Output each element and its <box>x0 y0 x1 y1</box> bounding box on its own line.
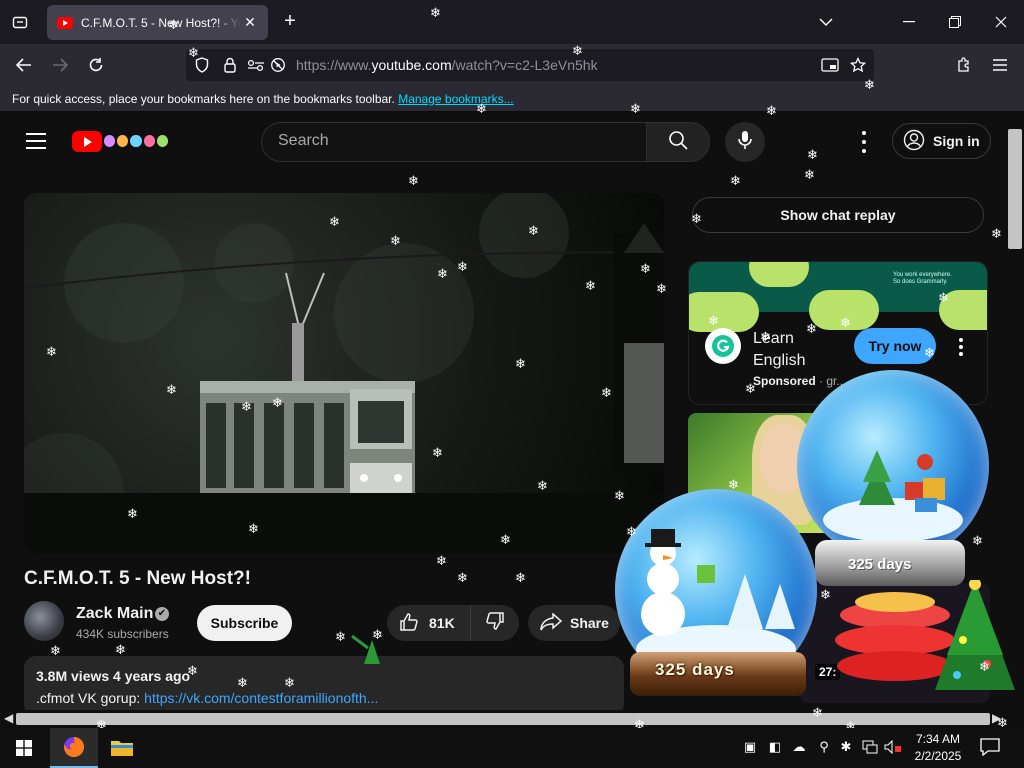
subscribe-button[interactable]: Subscribe <box>197 605 292 641</box>
horizontal-scrollbar[interactable]: ◀ ▶ <box>0 710 1006 728</box>
scroll-right-arrow-icon[interactable]: ▶ <box>992 711 1001 725</box>
description-text: .cfmot VK gorup: https://vk.com/contestf… <box>36 690 379 706</box>
minimize-window-icon[interactable] <box>895 8 923 36</box>
channel-avatar[interactable] <box>24 601 64 641</box>
video-player[interactable] <box>24 193 664 553</box>
search-button[interactable] <box>646 122 710 162</box>
tab-overflow-chevron-icon[interactable] <box>812 8 840 36</box>
tray-app-icon-2[interactable]: ◧ <box>766 738 784 756</box>
youtube-favicon-icon <box>57 16 73 29</box>
app-menu-hamburger-icon[interactable] <box>986 51 1014 79</box>
tray-network-icon[interactable] <box>861 738 879 756</box>
new-tab-button[interactable]: + <box>278 10 302 34</box>
account-circle-icon <box>903 129 925 154</box>
tram-video-frame <box>24 193 664 553</box>
bookmarks-hint-text: For quick access, place your bookmarks h… <box>12 92 395 106</box>
mini-tree-cursor-icon <box>351 634 380 664</box>
video-description[interactable]: 3.8M views 4 years ago .cfmot VK gorup: … <box>24 656 624 710</box>
thumbs-up-icon <box>399 612 419 635</box>
tracking-protection-shield-icon[interactable] <box>192 55 212 75</box>
verified-badge-icon: ✔ <box>155 607 169 621</box>
like-dislike-group: 81K <box>387 605 519 641</box>
action-center-icon[interactable] <box>980 738 1002 758</box>
ad-more-icon[interactable] <box>959 338 963 356</box>
taskbar-file-explorer-icon[interactable] <box>98 728 146 768</box>
sign-in-label: Sign in <box>933 133 980 149</box>
forward-arrow-icon[interactable] <box>46 51 74 79</box>
manage-bookmarks-link[interactable]: Manage bookmarks... <box>398 92 513 106</box>
share-button[interactable]: Share <box>528 605 620 641</box>
reload-icon[interactable] <box>82 51 110 79</box>
ad-title[interactable]: Learn English <box>753 328 843 372</box>
grammarly-logo-icon <box>705 328 741 364</box>
views-and-date: 3.8M views 4 years ago <box>36 668 191 684</box>
scrollbar-corner <box>1006 710 1024 728</box>
like-count: 81K <box>429 615 455 631</box>
tray-onedrive-icon[interactable]: ☁ <box>790 738 808 756</box>
guide-menu-icon[interactable] <box>26 133 46 149</box>
taskbar-clock[interactable]: 7:34 AM 2/2/2025 <box>908 731 968 765</box>
microphone-icon <box>738 130 752 155</box>
url-text[interactable]: https://www.youtube.com/watch?v=c2-L3eVn… <box>296 57 598 73</box>
tray-snowflake-app-icon[interactable]: ✱ <box>837 738 855 756</box>
christmas-tree-gifts-icon <box>823 450 963 542</box>
youtube-logo-icon[interactable] <box>72 131 102 152</box>
lock-icon[interactable] <box>220 55 240 75</box>
thumbs-down-icon <box>485 611 505 636</box>
sign-in-button[interactable]: Sign in <box>892 123 991 159</box>
tab-close-icon[interactable]: ✕ <box>242 14 258 31</box>
search-icon <box>668 130 688 155</box>
voice-search-button[interactable] <box>725 122 765 162</box>
list-all-tabs-icon[interactable] <box>8 10 32 34</box>
windows-start-icon[interactable] <box>0 728 48 768</box>
dislike-button[interactable] <box>471 605 519 641</box>
tray-search-tool-icon[interactable]: ⚲ <box>815 738 833 756</box>
tab-title: C.F.M.O.T. 5 - New Host?! - YouTube <box>81 15 241 30</box>
permissions-icon[interactable] <box>246 55 266 75</box>
address-bar[interactable]: https://www.youtube.com/watch?v=c2-L3eVn… <box>186 49 874 81</box>
picture-in-picture-icon[interactable] <box>820 55 840 75</box>
autoplay-blocked-icon[interactable] <box>268 55 288 75</box>
browser-nav-bar: https://www.youtube.com/watch?v=c2-L3eVn… <box>0 44 1024 86</box>
search-input[interactable]: Search <box>261 122 646 162</box>
tray-volume-muted-icon[interactable] <box>884 738 902 756</box>
tray-app-icon[interactable]: ▣ <box>741 738 759 756</box>
subscriber-count: 434K subscribers <box>76 627 169 641</box>
back-arrow-icon[interactable] <box>10 51 38 79</box>
taskbar-firefox-icon[interactable] <box>50 728 98 768</box>
christmas-tree-decoration-icon <box>835 580 1015 690</box>
show-chat-replay-button[interactable]: Show chat replay <box>692 197 984 233</box>
channel-name[interactable]: Zack Main <box>76 605 153 623</box>
settings-more-icon[interactable] <box>856 131 872 153</box>
share-label: Share <box>570 615 609 631</box>
close-window-icon[interactable] <box>987 8 1015 36</box>
clock-time: 7:34 AM <box>915 732 961 746</box>
snow-globe-right-label: 325 days <box>848 556 912 573</box>
windows-taskbar: ▣ ◧ ☁ ⚲ ✱ 7:34 AM 2/2/2025 <box>0 728 1024 768</box>
clock-date: 2/2/2025 <box>914 749 962 763</box>
scroll-left-arrow-icon[interactable]: ◀ <box>4 711 13 725</box>
bookmark-star-icon[interactable] <box>848 55 868 75</box>
snow-globe-left-label: 325 days <box>655 660 735 679</box>
share-arrow-icon <box>540 611 563 634</box>
like-button[interactable]: 81K <box>387 605 471 641</box>
description-link[interactable]: https://vk.com/contestforamillionofth... <box>144 690 378 706</box>
bookmarks-toolbar: For quick access, place your bookmarks h… <box>0 86 1024 112</box>
restore-window-icon[interactable] <box>941 8 969 36</box>
snow-globe-right[interactable] <box>797 370 989 562</box>
browser-tab-bar: C.F.M.O.T. 5 - New Host?! - YouTube ✕ + <box>0 0 1024 44</box>
ad-banner-image[interactable]: You work everywhere. So does Grammarly. <box>689 262 987 332</box>
try-now-button[interactable]: Try now <box>854 328 936 364</box>
extensions-puzzle-icon[interactable] <box>950 51 978 79</box>
ad-banner-text: You work everywhere. So does Grammarly. <box>893 272 952 285</box>
browser-tab-active[interactable]: C.F.M.O.T. 5 - New Host?! - YouTube ✕ <box>47 5 268 40</box>
youtube-doodle-icon[interactable] <box>104 132 169 150</box>
video-title: C.F.M.O.T. 5 - New Host?! <box>24 568 251 589</box>
